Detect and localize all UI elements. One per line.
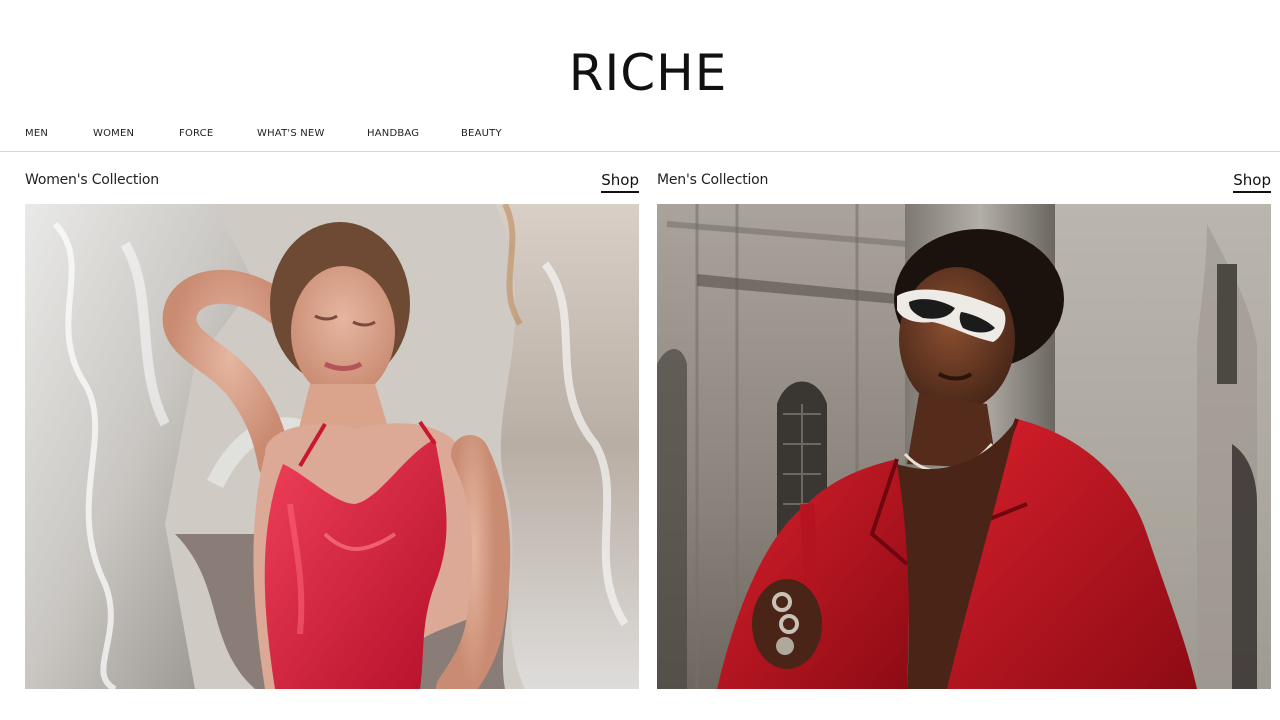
womens-shop-link[interactable]: Shop — [601, 171, 639, 193]
womens-collection-panel: Women's Collection Shop — [25, 168, 639, 690]
brand-logo[interactable]: RICHE — [0, 44, 1280, 102]
nav-item-whats-new[interactable]: WHAT'S NEW — [257, 128, 367, 139]
mens-shop-link[interactable]: Shop — [1233, 171, 1271, 193]
nav-item-force[interactable]: FORCE — [179, 128, 257, 139]
womens-collection-image[interactable] — [25, 204, 639, 689]
nav-item-men[interactable]: MEN — [25, 128, 93, 139]
mens-collection-title: Men's Collection — [657, 172, 769, 188]
main-nav: MEN WOMEN FORCE WHAT'S NEW HANDBAG BEAUT… — [25, 128, 502, 139]
nav-item-handbag[interactable]: HANDBAG — [367, 128, 461, 139]
womens-collection-title: Women's Collection — [25, 172, 159, 188]
nav-item-beauty[interactable]: BEAUTY — [461, 128, 502, 139]
mens-collection-panel: Men's Collection Shop — [657, 168, 1271, 690]
mens-photo-illustration — [657, 204, 1271, 689]
site-header: RICHE MEN WOMEN FORCE WHAT'S NEW HANDBAG… — [0, 0, 1280, 152]
mens-collection-image[interactable] — [657, 204, 1271, 689]
womens-photo-illustration — [25, 204, 639, 689]
nav-item-women[interactable]: WOMEN — [93, 128, 179, 139]
